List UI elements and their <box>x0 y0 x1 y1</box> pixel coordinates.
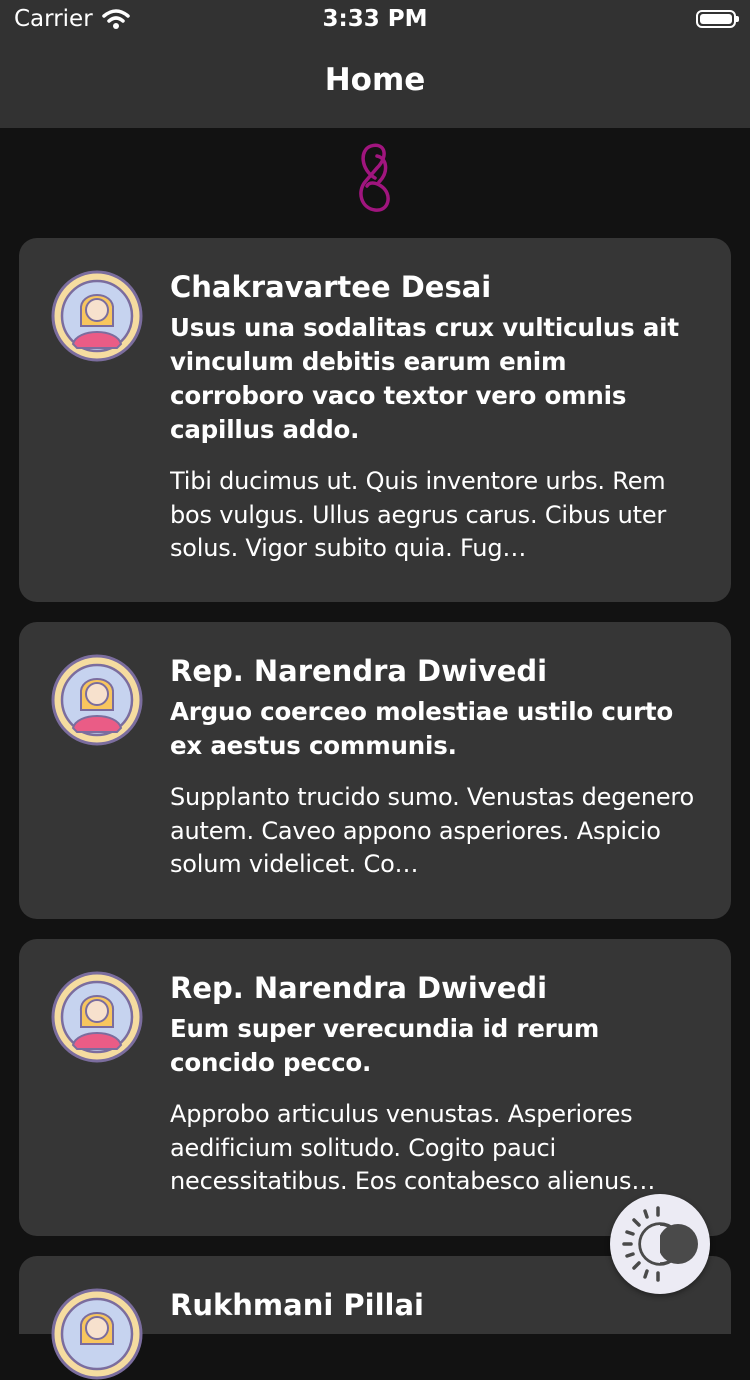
status-time: 3:33 PM <box>322 6 428 32</box>
post-card[interactable]: Rep. Narendra Dwivedi Eum super verecund… <box>19 939 731 1236</box>
theme-toggle-icon <box>622 1206 698 1282</box>
navigation-bar: Home <box>0 40 750 128</box>
theme-toggle-button[interactable] <box>610 1194 710 1294</box>
post-subject: Arguo coerceo molestiae ustilo curto ex … <box>170 697 673 760</box>
user-avatar-icon <box>51 654 143 746</box>
brand-logo-icon <box>359 143 390 212</box>
post-body: Tibi ducimus ut. Quis inventore urbs. Re… <box>170 467 667 562</box>
user-avatar-icon <box>51 971 143 1063</box>
post-content: Chakravartee Desai Usus una sodalitas cr… <box>170 268 701 566</box>
user-avatar-icon <box>51 270 143 362</box>
post-content: Rep. Narendra Dwivedi Eum super verecund… <box>170 969 701 1199</box>
post-body: Approbo articulus venustas. Asperiores a… <box>170 1100 656 1195</box>
post-card[interactable]: Rep. Narendra Dwivedi Arguo coerceo mole… <box>19 622 731 919</box>
post-subject: Eum super verecundia id rerum concido pe… <box>170 1014 600 1077</box>
status-bar: Carrier 3:33 PM <box>0 0 750 40</box>
post-content: Rep. Narendra Dwivedi Arguo coerceo mole… <box>170 652 701 882</box>
post-body: Supplanto trucido sumo. Venustas degener… <box>170 783 695 878</box>
post-author: Rep. Narendra Dwivedi <box>170 654 548 688</box>
post-subject: Usus una sodalitas crux vulticulus ait v… <box>170 313 679 444</box>
user-avatar-icon <box>51 1288 143 1380</box>
post-card[interactable]: Chakravartee Desai Usus una sodalitas cr… <box>19 238 731 602</box>
post-author: Chakravartee Desai <box>170 270 492 304</box>
page-title: Home <box>324 62 426 98</box>
post-author: Rep. Narendra Dwivedi <box>170 971 548 1005</box>
battery-icon <box>696 10 739 28</box>
